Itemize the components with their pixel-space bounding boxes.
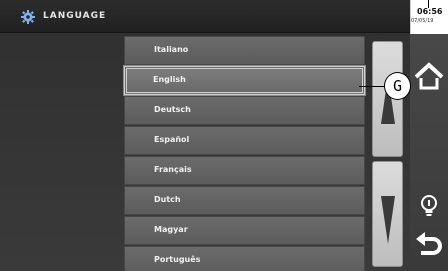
title-bar: LANGUAGE (0, 0, 410, 33)
language-screen: LANGUAGE Italiano English Deutsch Españo… (0, 0, 410, 271)
language-item-label: Deutsch (154, 105, 191, 114)
callout-leader-line (359, 86, 385, 87)
language-item-label: Italiano (154, 45, 189, 54)
triangle-down-icon (380, 196, 395, 244)
language-item-deutsch[interactable]: Deutsch (124, 96, 365, 125)
callout-marker: G (384, 72, 411, 100)
clock-panel (410, 0, 448, 34)
language-item-italiano[interactable]: Italiano (124, 36, 365, 65)
language-item-label: Dutch (154, 195, 181, 204)
language-item-francais[interactable]: Français (124, 156, 365, 185)
page-title: LANGUAGE (43, 11, 107, 21)
back-arrow-icon[interactable] (413, 230, 445, 262)
language-item-dutch[interactable]: Dutch (124, 186, 365, 215)
language-item-label: Magyar (154, 225, 188, 234)
language-item-label: English (153, 75, 186, 84)
language-item-label: Français (154, 165, 192, 174)
gear-icon (21, 10, 35, 24)
language-item-label: Português (154, 255, 201, 264)
language-item-label: Español (154, 135, 190, 144)
scroll-down-button[interactable] (372, 161, 403, 267)
callout-label: G (392, 77, 403, 95)
language-item-portugues[interactable]: Português (124, 246, 365, 271)
language-item-magyar[interactable]: Magyar (124, 216, 365, 245)
home-icon[interactable] (413, 60, 445, 92)
language-item-espanol[interactable]: Español (124, 126, 365, 155)
language-item-english[interactable]: English (123, 65, 366, 96)
language-list: Italiano English Deutsch Español Françai… (123, 36, 366, 271)
lightbulb-icon[interactable] (413, 190, 445, 222)
clock-time: 06:56 (417, 7, 443, 16)
clock-date: 07/05/19 (411, 18, 434, 24)
